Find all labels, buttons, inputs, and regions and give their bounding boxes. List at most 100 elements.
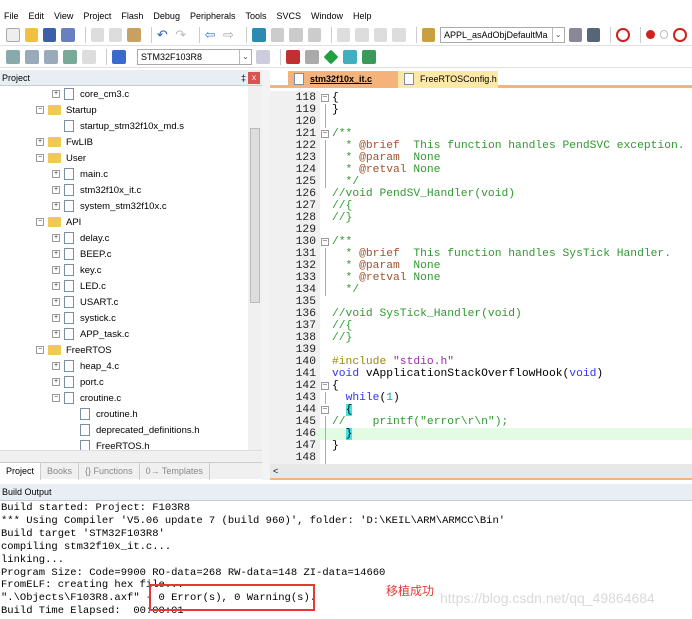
find-in-files-icon[interactable] <box>421 27 435 42</box>
pin-icon[interactable]: ‡ <box>241 70 246 86</box>
tree-item-file[interactable]: + port.c <box>52 374 104 390</box>
tree-item-file[interactable]: + BEEP.c <box>52 246 112 262</box>
menu-tools[interactable]: Tools <box>245 11 266 21</box>
tree-item-folder[interactable]: − Startup <box>36 102 97 118</box>
tree-item-file[interactable]: + USART.c <box>52 294 118 310</box>
chevron-down-icon[interactable]: ⌄ <box>551 27 564 42</box>
fold-collapse-icon[interactable]: − <box>321 238 329 246</box>
fold-collapse-icon[interactable]: − <box>321 130 329 138</box>
menu-peripherals[interactable]: Peripherals <box>190 11 236 21</box>
nav-forward-icon[interactable]: ⇨ <box>223 27 236 42</box>
scroll-left-icon[interactable]: < <box>273 466 278 476</box>
expand-icon[interactable]: + <box>52 202 60 210</box>
tree-item-file[interactable]: + key.c <box>52 262 101 278</box>
debug-session-icon[interactable] <box>616 27 631 42</box>
download-icon[interactable] <box>112 49 126 64</box>
tree-item-file[interactable]: − croutine.c <box>52 390 121 406</box>
bookmark-prev-icon[interactable] <box>270 27 285 42</box>
tab-templates[interactable]: 0→ Templates <box>140 462 210 480</box>
menu-project[interactable]: Project <box>83 11 111 21</box>
target-options-icon[interactable] <box>256 49 270 64</box>
tab-functions[interactable]: {} Functions <box>79 462 140 480</box>
expand-icon[interactable]: + <box>52 298 60 306</box>
menu-help[interactable]: Help <box>353 11 372 21</box>
translate-icon[interactable] <box>6 49 20 64</box>
bookmark-icon[interactable] <box>252 27 266 42</box>
save-all-icon[interactable] <box>61 27 75 42</box>
comment-icon[interactable] <box>373 27 388 42</box>
tree-item-file[interactable]: + system_stm32f10x.c <box>52 198 167 214</box>
fold-collapse-icon[interactable]: − <box>321 406 329 414</box>
menu-window[interactable]: Window <box>311 11 343 21</box>
panel-splitter[interactable] <box>262 70 270 480</box>
pack-manager-icon[interactable] <box>362 49 376 64</box>
tree-item-file[interactable]: + systick.c <box>52 310 116 326</box>
target-combo[interactable]: STM32F103R8 ⌄ <box>137 48 252 65</box>
tree-item-file[interactable]: + main.c <box>52 166 108 182</box>
build-icon[interactable] <box>25 49 39 64</box>
new-file-icon[interactable] <box>6 27 20 42</box>
collapse-icon[interactable]: − <box>52 394 60 402</box>
tab-books[interactable]: Books <box>41 462 80 480</box>
tree-item-file[interactable]: deprecated_definitions.h <box>80 422 200 438</box>
tab-freertosconfig-h[interactable]: FreeRTOSConfig.h <box>398 71 498 88</box>
menu-file[interactable]: File <box>4 11 19 21</box>
expand-icon[interactable]: + <box>52 90 60 98</box>
redo-icon[interactable]: ↷ <box>175 27 188 42</box>
indent-icon[interactable] <box>336 27 351 42</box>
disable-breakpoint-icon[interactable] <box>659 30 669 39</box>
manage-components-icon[interactable] <box>286 49 300 64</box>
run-time-env-icon[interactable] <box>343 49 357 64</box>
pack-installer-icon[interactable] <box>323 49 339 64</box>
tree-item-file[interactable]: + LED.c <box>52 278 106 294</box>
tree-item-file[interactable]: + stm32f10x_it.c <box>52 182 141 198</box>
tab-project[interactable]: Project <box>0 462 42 480</box>
tree-item-folder[interactable]: + FwLIB <box>36 134 93 150</box>
expand-icon[interactable]: + <box>52 234 60 242</box>
bookmark-clear-icon[interactable] <box>307 27 321 42</box>
scrollbar-thumb[interactable] <box>250 128 260 303</box>
stop-build-icon[interactable] <box>82 49 96 64</box>
collapse-icon[interactable]: − <box>36 154 44 162</box>
tree-item-file[interactable]: startup_stm32f10x_md.s <box>52 118 184 134</box>
nav-back-icon[interactable]: ⇦ <box>205 27 218 42</box>
expand-icon[interactable]: + <box>52 170 60 178</box>
tree-item-file[interactable]: croutine.h <box>80 406 138 422</box>
unindent-icon[interactable] <box>355 27 369 42</box>
open-folder-icon[interactable] <box>24 27 38 42</box>
fold-collapse-icon[interactable]: − <box>321 94 329 102</box>
rebuild-icon[interactable] <box>44 49 58 64</box>
code-editor[interactable]: 118−{119} 120 121−/** 122 * @brief This fun… <box>270 92 692 464</box>
copy-icon[interactable] <box>109 27 123 42</box>
kill-breakpoints-icon[interactable] <box>673 27 687 42</box>
breakpoint-icon[interactable] <box>645 30 655 39</box>
batch-build-icon[interactable] <box>63 49 77 64</box>
collapse-icon[interactable]: − <box>36 218 44 226</box>
tree-item-folder[interactable]: − User <box>36 150 86 166</box>
tree-item-file[interactable]: + APP_task.c <box>52 326 129 342</box>
undo-icon[interactable]: ↶ <box>157 27 170 42</box>
tree-item-file[interactable]: + heap_4.c <box>52 358 119 374</box>
tree-item-file[interactable]: + delay.c <box>52 230 109 246</box>
chevron-down-icon[interactable]: ⌄ <box>239 49 251 64</box>
menu-flash[interactable]: Flash <box>121 11 143 21</box>
menu-svcs[interactable]: SVCS <box>277 11 302 21</box>
uncomment-icon[interactable] <box>392 27 406 42</box>
fold-collapse-icon[interactable]: − <box>321 382 329 390</box>
expand-icon[interactable]: + <box>52 314 60 322</box>
paste-icon[interactable] <box>127 27 141 42</box>
find-combo[interactable]: APPL_asAdObjDefaultMa ⌄ <box>439 26 565 43</box>
tab-stm32f10x-it-c[interactable]: stm32f10x_it.c <box>288 71 398 88</box>
save-icon[interactable] <box>42 27 57 42</box>
collapse-icon[interactable]: − <box>36 106 44 114</box>
close-icon[interactable]: x <box>248 72 260 84</box>
collapse-icon[interactable]: − <box>36 346 44 354</box>
expand-icon[interactable]: + <box>52 362 60 370</box>
browse-icon[interactable] <box>587 27 601 42</box>
expand-icon[interactable]: + <box>52 250 60 258</box>
bookmark-next-icon[interactable] <box>289 27 303 42</box>
tree-horizontal-scrollbar[interactable] <box>0 450 262 462</box>
incremental-find-icon[interactable] <box>568 27 583 42</box>
cut-icon[interactable] <box>90 27 105 42</box>
expand-icon[interactable]: + <box>36 138 44 146</box>
